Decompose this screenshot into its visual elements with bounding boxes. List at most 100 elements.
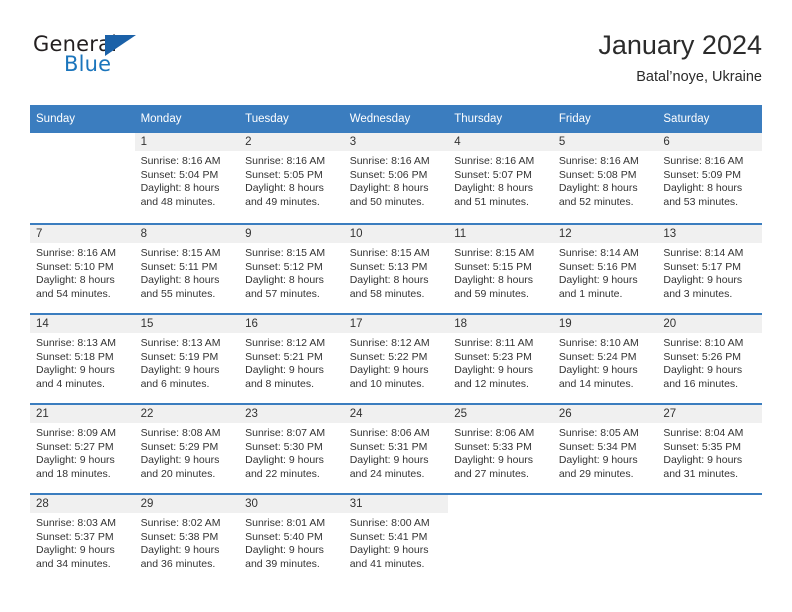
sunrise-text: Sunrise: 8:13 AM xyxy=(140,337,221,349)
sunrise-text: Sunrise: 8:03 AM xyxy=(36,517,116,529)
daylight-text-line2: and 10 minutes. xyxy=(349,377,425,390)
day-number: 31 xyxy=(349,498,363,510)
daylight-text-line2: and 8 minutes. xyxy=(245,377,315,390)
day-cell[interactable]: 2 Sunrise: 8:16 AM Sunset: 5:05 PM Daylight… xyxy=(239,133,344,223)
day-cell[interactable]: 8 Sunrise: 8:15 AM Sunset: 5:11 PM Daylight… xyxy=(134,223,240,313)
day-cell[interactable]: 5 Sunrise: 8:16 AM Sunset: 5:08 PM Daylight… xyxy=(552,133,658,223)
day-number: 16 xyxy=(245,318,258,330)
day-cell[interactable]: 29 Sunrise: 8:02 AM Sunset: 5:38 PM Dayligh… xyxy=(134,493,240,583)
day-cell[interactable]: 24 Sunrise: 8:06 AM Sunset: 5:31 PM Dayligh… xyxy=(343,403,449,493)
sunrise-text: Sunrise: 8:12 AM xyxy=(245,337,326,349)
daylight-text-line1: Daylight: 9 hours xyxy=(245,364,324,377)
sunset-text: Sunset: 5:04 PM xyxy=(140,168,219,181)
day-cell[interactable]: 23 Sunrise: 8:07 AM Sunset: 5:30 PM Dayligh… xyxy=(239,403,344,493)
sunset-text: Sunset: 5:12 PM xyxy=(245,260,323,273)
day-cell[interactable]: 12 Sunrise: 8:14 AM Sunset: 5:16 PM Dayligh… xyxy=(552,223,658,313)
day-cell[interactable]: 1 Sunrise: 8:16 AM Sunset: 5:04 PM Daylight… xyxy=(134,133,240,223)
day-cell[interactable]: 25 Sunrise: 8:06 AM Sunset: 5:33 PM Dayligh… xyxy=(448,403,553,493)
day-cell[interactable]: 4 Sunrise: 8:16 AM Sunset: 5:07 PM Daylight… xyxy=(448,133,553,223)
day-cell[interactable]: 26 Sunrise: 8:05 AM Sunset: 5:34 PM Dayligh… xyxy=(552,403,658,493)
calendar-week-row: 21 Sunrise: 8:09 AM Sunset: 5:27 PM Dayligh… xyxy=(30,403,762,493)
calendar-cell: 27 Sunrise: 8:04 AM Sunset: 5:35 PM Dayligh… xyxy=(657,403,762,493)
day-number-band xyxy=(553,495,658,513)
day-cell[interactable]: 30 Sunrise: 8:01 AM Sunset: 5:40 PM Dayligh… xyxy=(239,493,344,583)
day-details: Sunrise: 8:14 AM Sunset: 5:17 PM Daylight:… xyxy=(657,243,762,301)
daylight-text-line2: and 18 minutes. xyxy=(36,467,111,480)
day-number: 4 xyxy=(454,136,461,148)
calendar-cell: 19 Sunrise: 8:10 AM Sunset: 5:24 PM Dayligh… xyxy=(552,313,658,403)
day-details: Sunrise: 8:02 AM Sunset: 5:38 PM Daylight:… xyxy=(135,513,240,571)
calendar-week-row: 14 Sunrise: 8:13 AM Sunset: 5:18 PM Dayligh… xyxy=(30,313,762,403)
calendar-cell xyxy=(552,493,658,583)
sunrise-text: Sunrise: 8:10 AM xyxy=(663,337,744,349)
day-cell[interactable]: 11 Sunrise: 8:15 AM Sunset: 5:15 PM Dayligh… xyxy=(448,223,553,313)
daylight-text-line1: Daylight: 9 hours xyxy=(558,364,638,377)
day-cell[interactable]: 10 Sunrise: 8:15 AM Sunset: 5:13 PM Dayligh… xyxy=(343,223,449,313)
calendar-cell: 13 Sunrise: 8:14 AM Sunset: 5:17 PM Dayligh… xyxy=(657,223,762,313)
calendar-week-row: 28 Sunrise: 8:03 AM Sunset: 5:37 PM Dayligh… xyxy=(30,493,762,583)
day-cell[interactable]: 28 Sunrise: 8:03 AM Sunset: 5:37 PM Dayligh… xyxy=(30,493,135,583)
day-details: Sunrise: 8:16 AM Sunset: 5:09 PM Daylight:… xyxy=(657,151,762,209)
day-cell[interactable]: 18 Sunrise: 8:11 AM Sunset: 5:23 PM Dayligh… xyxy=(448,313,553,403)
day-cell[interactable]: 7 Sunrise: 8:16 AM Sunset: 5:10 PM Daylight… xyxy=(30,223,135,313)
sunset-text: Sunset: 5:34 PM xyxy=(558,440,637,453)
calendar-cell: 9 Sunrise: 8:15 AM Sunset: 5:12 PM Daylight… xyxy=(239,223,344,313)
daylight-text-line1: Daylight: 8 hours xyxy=(140,182,220,195)
day-number: 9 xyxy=(245,228,252,240)
day-number-band: 26 xyxy=(552,405,658,423)
daylight-text-line1: Daylight: 9 hours xyxy=(558,274,638,287)
daylight-text-line1: Daylight: 8 hours xyxy=(245,182,324,195)
page-subtitle: Batal’noye, Ukraine xyxy=(636,69,762,85)
sunrise-text: Sunrise: 8:15 AM xyxy=(349,247,430,259)
daylight-text-line1: Daylight: 9 hours xyxy=(245,544,324,557)
daylight-text-line1: Daylight: 8 hours xyxy=(349,274,429,287)
day-cell[interactable]: 17 Sunrise: 8:12 AM Sunset: 5:22 PM Dayligh… xyxy=(343,313,449,403)
daylight-text-line2: and 52 minutes. xyxy=(558,195,634,208)
day-cell[interactable]: 20 Sunrise: 8:10 AM Sunset: 5:26 PM Dayligh… xyxy=(657,313,762,403)
day-cell[interactable]: 31 Sunrise: 8:00 AM Sunset: 5:41 PM Dayligh… xyxy=(343,493,449,583)
day-cell[interactable]: 14 Sunrise: 8:13 AM Sunset: 5:18 PM Dayligh… xyxy=(30,313,135,403)
daylight-text-line1: Daylight: 9 hours xyxy=(36,364,115,377)
day-number-band: 3 xyxy=(343,133,449,151)
sunrise-text: Sunrise: 8:09 AM xyxy=(36,427,116,439)
sunrise-text: Sunrise: 8:14 AM xyxy=(663,247,744,259)
daylight-text-line1: Daylight: 9 hours xyxy=(558,454,638,467)
day-cell[interactable]: 22 Sunrise: 8:08 AM Sunset: 5:29 PM Dayligh… xyxy=(134,403,240,493)
day-details: Sunrise: 8:07 AM Sunset: 5:30 PM Daylight:… xyxy=(239,423,344,481)
day-cell[interactable]: 9 Sunrise: 8:15 AM Sunset: 5:12 PM Daylight… xyxy=(239,223,344,313)
daylight-text-line1: Daylight: 9 hours xyxy=(663,364,743,377)
daylight-text-line2: and 57 minutes. xyxy=(245,287,320,300)
day-number: 1 xyxy=(140,136,147,148)
day-cell[interactable]: 19 Sunrise: 8:10 AM Sunset: 5:24 PM Dayligh… xyxy=(552,313,658,403)
general-blue-logo[interactable]: General Blue xyxy=(33,32,263,92)
day-number-band: 23 xyxy=(239,405,344,423)
day-cell[interactable]: 27 Sunrise: 8:04 AM Sunset: 5:35 PM Dayligh… xyxy=(657,403,762,493)
day-number: 28 xyxy=(36,498,49,510)
day-number-band: 20 xyxy=(657,315,762,333)
calendar-cell: 22 Sunrise: 8:08 AM Sunset: 5:29 PM Dayligh… xyxy=(134,403,240,493)
day-cell[interactable]: 16 Sunrise: 8:12 AM Sunset: 5:21 PM Dayligh… xyxy=(239,313,344,403)
calendar-cell: 7 Sunrise: 8:16 AM Sunset: 5:10 PM Daylight… xyxy=(30,223,135,313)
sunrise-text: Sunrise: 8:02 AM xyxy=(140,517,221,529)
weekday-header-monday: Monday xyxy=(134,105,240,133)
day-cell[interactable]: 3 Sunrise: 8:16 AM Sunset: 5:06 PM Daylight… xyxy=(343,133,449,223)
day-details: Sunrise: 8:15 AM Sunset: 5:11 PM Daylight:… xyxy=(135,243,240,301)
day-number: 13 xyxy=(663,228,677,240)
day-details: Sunrise: 8:16 AM Sunset: 5:05 PM Daylight:… xyxy=(239,151,344,209)
day-number: 29 xyxy=(140,498,154,510)
daylight-text-line2: and 59 minutes. xyxy=(454,287,529,300)
day-cell[interactable]: 21 Sunrise: 8:09 AM Sunset: 5:27 PM Dayligh… xyxy=(30,403,135,493)
day-cell[interactable]: 13 Sunrise: 8:14 AM Sunset: 5:17 PM Dayligh… xyxy=(657,223,762,313)
weekday-header-wednesday: Wednesday xyxy=(343,105,449,133)
sunrise-text: Sunrise: 8:16 AM xyxy=(349,155,430,167)
day-cell[interactable]: 6 Sunrise: 8:16 AM Sunset: 5:09 PM Daylight… xyxy=(657,133,762,223)
sunrise-text: Sunrise: 8:15 AM xyxy=(245,247,326,259)
sunrise-text: Sunrise: 8:01 AM xyxy=(245,517,326,529)
day-cell[interactable]: 15 Sunrise: 8:13 AM Sunset: 5:19 PM Dayligh… xyxy=(134,313,240,403)
day-number-band: 9 xyxy=(239,225,344,243)
day-details xyxy=(448,513,553,517)
day-number: 8 xyxy=(140,228,147,240)
calendar-cell: 4 Sunrise: 8:16 AM Sunset: 5:07 PM Daylight… xyxy=(448,133,553,223)
day-details: Sunrise: 8:10 AM Sunset: 5:26 PM Daylight:… xyxy=(657,333,762,391)
daylight-text-line1: Daylight: 8 hours xyxy=(663,182,743,195)
